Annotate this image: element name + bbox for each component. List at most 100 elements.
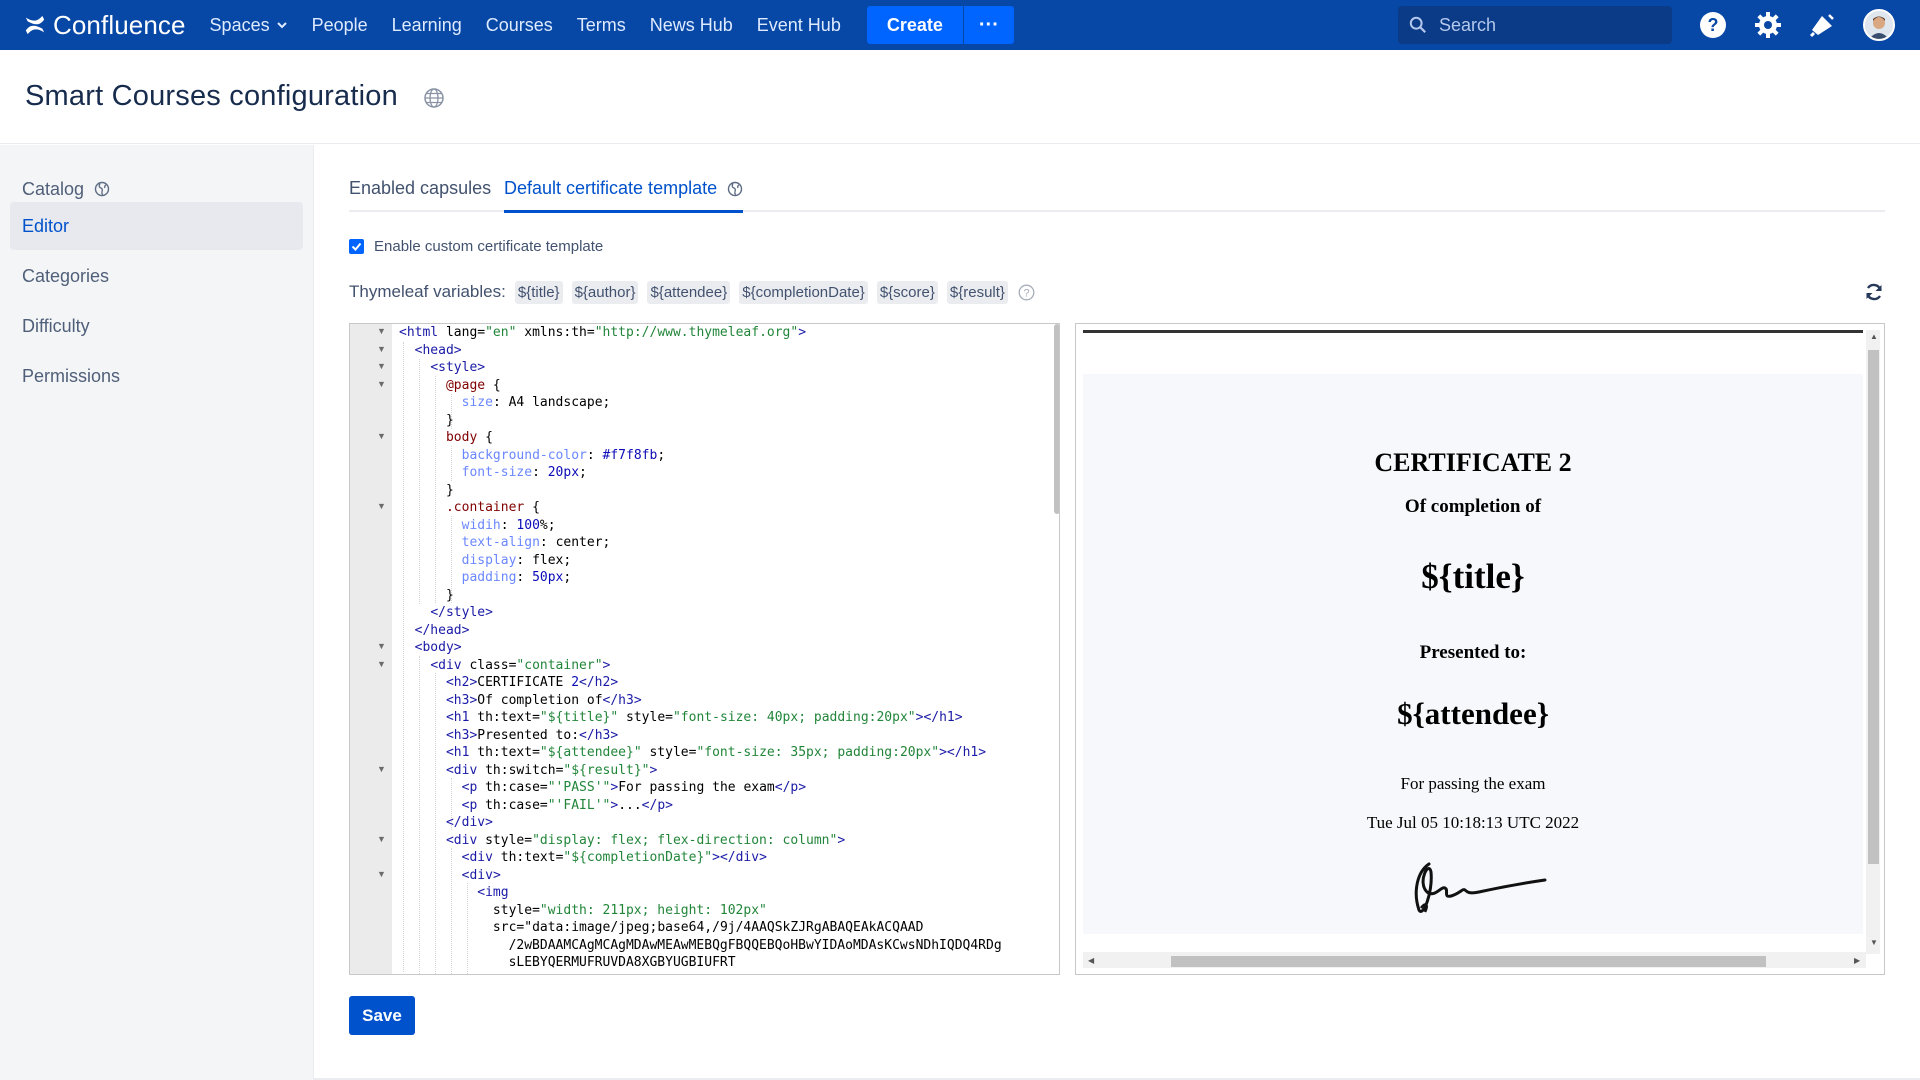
preview-vertical-scrollbar[interactable] — [1868, 350, 1879, 864]
code-line: </style> — [430, 605, 493, 620]
fold-toggle[interactable]: ▼ — [377, 501, 386, 511]
variable-chip-result[interactable]: ${result} — [946, 280, 1008, 304]
checkmark-icon — [351, 242, 362, 251]
enable-custom-template-row: Enable custom certificate template — [349, 238, 603, 255]
nav-item-learning[interactable]: Learning — [380, 0, 474, 50]
sidebar-item-editor[interactable]: Editor — [10, 202, 303, 250]
nav-item-label: Spaces — [209, 15, 270, 35]
fold-toggle[interactable]: ▼ — [377, 764, 386, 774]
code-line: <h3>Of completion of</h3> — [445, 692, 642, 708]
nav-item-news-hub[interactable]: News Hub — [638, 0, 745, 50]
code-line: <body> — [414, 640, 462, 655]
fold-toggle[interactable]: ▼ — [377, 431, 386, 441]
editor-scrollbar[interactable] — [1054, 324, 1059, 514]
certificate-title-placeholder: ${title} — [1421, 557, 1525, 596]
fold-toggle[interactable]: ▼ — [377, 641, 386, 651]
globe-icon — [94, 181, 110, 197]
code-line: <h1 th:text="${attendee}" style="font-si… — [445, 745, 987, 760]
enable-custom-template-label: Enable custom certificate template — [374, 238, 604, 255]
page-title: Smart Courses configuration — [25, 80, 398, 112]
variable-chip-author[interactable]: ${author} — [571, 280, 639, 304]
code-line: <head> — [414, 342, 462, 358]
sidebar-item-label: Permissions — [22, 365, 121, 386]
scroll-right-arrow-icon[interactable]: ▶ — [1854, 956, 1860, 965]
code-line: } — [399, 587, 454, 603]
code-editor[interactable]: ▼ ▼ ▼ ▼ ▼ ▼ ▼ ▼ ▼ ▼ ▼ <html lang="en" xm… — [349, 323, 1060, 975]
code-line: <div th:switch="${result}"> — [445, 762, 658, 778]
code-line: display: flex; — [461, 552, 572, 568]
code-line: body { — [445, 430, 493, 445]
code-line: <p th:case="'PASS'">For passing the exam… — [461, 780, 807, 795]
code-line: <div th:text="${completionDate}"></div> — [461, 850, 767, 865]
scroll-down-arrow-icon[interactable]: ▼ — [1870, 938, 1878, 947]
signature-image — [1414, 862, 1547, 913]
code-line: background-color: #f7f8fb; — [461, 447, 666, 463]
code-line: </div> — [445, 815, 493, 830]
search-input[interactable]: Search — [1398, 6, 1672, 44]
code-line: .container { — [445, 500, 540, 515]
user-avatar[interactable] — [1863, 9, 1895, 41]
megaphone-icon[interactable] — [1808, 11, 1836, 39]
sidebar-item-difficulty[interactable]: Difficulty — [10, 302, 303, 350]
fold-toggle[interactable]: ▼ — [377, 326, 386, 336]
gear-icon[interactable] — [1754, 11, 1782, 39]
code-line: src="data:image/jpeg;base64,/9j/4AAQSkZJ… — [492, 920, 924, 935]
create-more-button[interactable]: ··· — [962, 6, 1014, 44]
question-circle-icon[interactable]: ? — [1018, 284, 1035, 301]
code-line: <img — [477, 885, 509, 900]
nav-item-people[interactable]: People — [300, 0, 380, 50]
preview-horizontal-scrollbar[interactable] — [1171, 956, 1766, 967]
search-placeholder: Search — [1439, 14, 1497, 35]
code-line: <h1 th:text="${title}" style="font-size:… — [445, 710, 963, 725]
create-button[interactable]: Create — [866, 6, 963, 44]
code-line: style="width: 211px; height: 102px" — [492, 902, 767, 918]
scroll-up-arrow-icon[interactable]: ▲ — [1870, 332, 1878, 341]
certificate-result-text: For passing the exam — [1400, 774, 1546, 793]
tab-label: Enabled capsules — [349, 178, 492, 198]
enable-custom-template-checkbox[interactable] — [349, 239, 364, 254]
variable-chip-score[interactable]: ${score} — [876, 280, 938, 304]
code-line: sLEBYQERMUFRUVDA8XGBYUGBIUFRT — [508, 955, 736, 970]
tab-default-certificate-template[interactable]: Default certificate template — [504, 176, 744, 213]
refresh-icon[interactable] — [1864, 282, 1884, 302]
fold-toggle[interactable]: ▼ — [377, 834, 386, 844]
certificate-completion-date: Tue Jul 05 10:18:13 UTC 2022 — [1366, 813, 1580, 832]
certificate-presented-label: Presented to: — [1419, 642, 1527, 663]
search-icon — [1409, 16, 1426, 33]
tab-bar: Enabled capsules Default certificate tem… — [349, 176, 1885, 213]
help-icon[interactable]: ? — [1699, 11, 1727, 39]
brand-name: Confluence — [53, 9, 186, 40]
sidebar-item-label: Catalog — [22, 178, 85, 199]
thymeleaf-variables: Thymeleaf variables: ${title} ${author} … — [349, 279, 1035, 305]
fold-toggle[interactable]: ▼ — [377, 379, 386, 389]
confluence-logo-icon — [25, 15, 45, 35]
fold-toggle[interactable]: ▼ — [377, 659, 386, 669]
fold-toggle[interactable]: ▼ — [377, 344, 386, 354]
nav-item-terms[interactable]: Terms — [565, 0, 638, 50]
nav-menu: Spaces People Learning Courses Terms New… — [198, 0, 1014, 50]
tab-label: Default certificate template — [504, 178, 718, 198]
svg-text:?: ? — [1023, 287, 1029, 299]
preview-top-border — [1083, 330, 1863, 333]
code-line: size: A4 landscape; — [461, 395, 611, 410]
variable-chip-completion-date[interactable]: ${completionDate} — [739, 280, 868, 304]
nav-item-event-hub[interactable]: Event Hub — [745, 0, 853, 50]
variable-chip-title[interactable]: ${title} — [514, 280, 563, 304]
sidebar-item-categories[interactable]: Categories — [10, 252, 303, 300]
code-line: } — [399, 412, 454, 428]
save-button[interactable]: Save — [349, 996, 415, 1035]
code-line: <style> — [430, 360, 486, 375]
nav-item-spaces[interactable]: Spaces — [198, 0, 300, 50]
fold-toggle[interactable]: ▼ — [377, 361, 386, 371]
scroll-left-arrow-icon[interactable]: ◀ — [1088, 956, 1094, 965]
confluence-logo[interactable]: Confluence — [24, 0, 186, 50]
sidebar-item-permissions[interactable]: Permissions — [10, 352, 303, 400]
code-line: font-size: 20px; — [461, 465, 587, 480]
variable-chip-attendee[interactable]: ${attendee} — [647, 280, 731, 304]
nav-item-courses[interactable]: Courses — [474, 0, 565, 50]
variables-label: Thymeleaf variables: — [349, 282, 506, 301]
sidebar-item-label: Editor — [22, 215, 70, 236]
fold-toggle[interactable]: ▼ — [377, 869, 386, 879]
chevron-down-icon — [276, 22, 287, 29]
tab-enabled-capsules[interactable]: Enabled capsules — [349, 176, 491, 212]
